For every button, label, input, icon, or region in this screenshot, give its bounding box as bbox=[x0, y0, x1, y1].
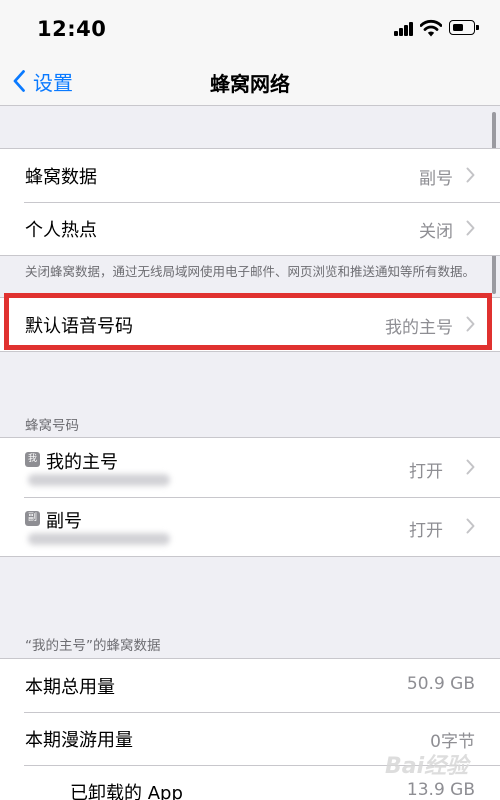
chevron-right-icon bbox=[466, 459, 475, 475]
row-label: 默认语音号码 bbox=[25, 316, 133, 337]
default-voice-group: 默认语音号码 我的主号 bbox=[0, 297, 500, 352]
sim-badge: 我 bbox=[25, 452, 40, 467]
sim-status: 打开 bbox=[409, 462, 443, 482]
current-period-usage-row: 本期总用量 50.9 GB bbox=[0, 659, 500, 712]
sim-status: 打开 bbox=[409, 521, 443, 541]
row-value: 50.9 GB bbox=[406, 674, 475, 694]
row-label: 本期总用量 bbox=[25, 677, 115, 698]
battery-icon bbox=[449, 20, 479, 35]
chevron-right-icon bbox=[466, 220, 475, 236]
blurred-phone-number bbox=[28, 533, 170, 545]
blurred-phone-number bbox=[28, 474, 170, 486]
wifi-icon bbox=[420, 19, 442, 37]
row-value: 副号 bbox=[419, 169, 453, 189]
row-label: 蜂窝数据 bbox=[25, 167, 97, 188]
sim-row-primary[interactable]: 我 我的主号 打开 bbox=[0, 438, 500, 497]
sim-list-group: 我 我的主号 打开 副 副号 打开 bbox=[0, 437, 500, 557]
sim-row-secondary[interactable]: 副 副号 打开 bbox=[0, 497, 500, 556]
sim-name: 副号 bbox=[46, 511, 82, 532]
usage-section-header: “我的主号”的蜂窝数据 bbox=[25, 638, 161, 654]
row-value: 我的主号 bbox=[385, 318, 453, 338]
status-time: 12:40 bbox=[37, 17, 107, 41]
default-voice-number-row[interactable]: 默认语音号码 我的主号 bbox=[0, 298, 500, 351]
row-label: 本期漫游用量 bbox=[25, 730, 133, 751]
row-label: 已卸载的 App bbox=[70, 783, 183, 800]
watermark: Bai经验 bbox=[385, 754, 469, 779]
navigation-bar: 设置 蜂窝网络 bbox=[0, 58, 500, 106]
sim-name: 我的主号 bbox=[46, 452, 118, 473]
chevron-right-icon bbox=[466, 518, 475, 534]
status-bar: 12:40 bbox=[0, 0, 500, 58]
sim-section-header: 蜂窝号码 bbox=[25, 418, 79, 434]
chevron-right-icon bbox=[466, 167, 475, 183]
row-value: 13.9 GB bbox=[406, 780, 475, 800]
chevron-right-icon bbox=[466, 316, 475, 332]
sim-badge: 副 bbox=[25, 511, 40, 526]
page-title: 蜂窝网络 bbox=[210, 72, 290, 96]
cellular-settings-group: 蜂窝数据 副号 个人热点 关闭 bbox=[0, 148, 500, 256]
row-value: 关闭 bbox=[419, 222, 453, 242]
row-label: 个人热点 bbox=[25, 220, 97, 241]
cellular-data-row[interactable]: 蜂窝数据 副号 bbox=[0, 149, 500, 202]
cellular-signal-icon bbox=[394, 22, 414, 36]
cellular-data-footer: 关闭蜂窝数据，通过无线局域网使用电子邮件、网页浏览和推送通知等所有数据。 bbox=[25, 264, 476, 279]
personal-hotspot-row[interactable]: 个人热点 关闭 bbox=[0, 202, 500, 255]
